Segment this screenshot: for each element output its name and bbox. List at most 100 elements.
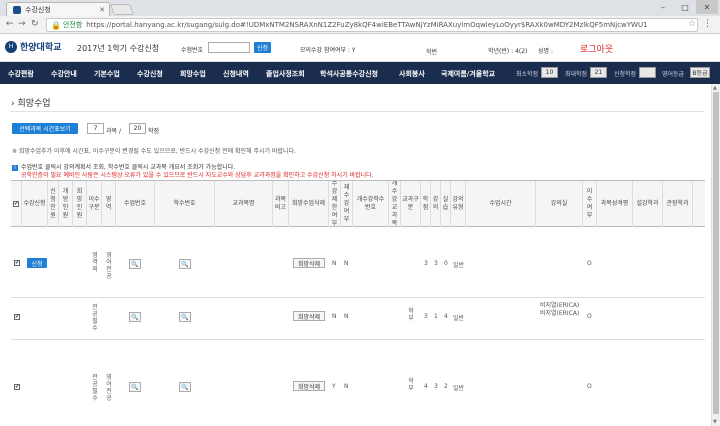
nav-item-register[interactable]: 수강신청	[137, 69, 163, 79]
lab-hours: 4	[444, 313, 448, 320]
course-category: 전공필수	[92, 374, 98, 402]
applied-credit-value	[639, 67, 656, 78]
course-category: 영역외	[92, 252, 98, 273]
student-no-input[interactable]	[208, 42, 250, 53]
url-field[interactable]: 🔒 안전함 https://portal.hanyang.ac.kr/sugan…	[46, 18, 698, 32]
new-tab-button[interactable]	[109, 4, 135, 15]
notice-schedule-change: ※ 희망수업추가 이후에 시간표, 이수구분이 변경될 수도 있으므로, 반드시…	[12, 148, 296, 155]
lecture-type: 일반	[453, 262, 465, 269]
limit-flag: N	[332, 313, 337, 320]
scroll-up-icon[interactable]: ▲	[713, 85, 717, 91]
english-level-value: B등급	[690, 67, 710, 78]
mock-participation: 모의수강 참여여부 : Y	[300, 47, 356, 54]
info-icon: i	[12, 165, 18, 171]
maximize-icon[interactable]: □	[674, 0, 696, 14]
site-header: H 한양대학교 2017년 1학기 수강신청 수험번호 신청 모의수강 참여여부…	[0, 35, 720, 62]
reload-icon[interactable]: ↻	[31, 19, 39, 29]
nav-item-service[interactable]: 사회봉사	[399, 69, 425, 79]
header-col: 실습	[441, 181, 451, 227]
header-col: 이수구분	[87, 181, 102, 227]
logout-link[interactable]: 로그아웃	[580, 42, 613, 55]
bookmark-star-icon[interactable]: ☆	[688, 19, 696, 29]
nav-item-wish[interactable]: 희망수업	[180, 69, 206, 79]
course-area: 영어전공	[106, 252, 112, 280]
course-kind: 학부	[408, 378, 414, 392]
classroom: 비지열(ERICA) 비지열(ERICA)	[540, 302, 580, 317]
select-all-checkbox[interactable]: ✔	[13, 201, 19, 207]
nav-item-intl-school[interactable]: 국제여름/겨울학교	[441, 69, 495, 79]
header-col: 수업번호	[116, 181, 155, 227]
header-select-all[interactable]: ✔	[11, 181, 22, 227]
course-no-search-icon[interactable]: 🔍	[179, 312, 191, 322]
wish-delete-button[interactable]: 희망삭제	[293, 381, 325, 391]
wish-course-table: ✔ 수강신청 신청인원 개방인원 희망인원 이수구분 영역 수업번호 학수번호 …	[11, 180, 705, 426]
min-credit-value: 10	[541, 67, 558, 78]
scrollbar-thumb[interactable]	[713, 92, 719, 414]
retake-flag: N	[344, 260, 349, 267]
address-bar-row: ← → ↻ 🔒 안전함 https://portal.hanyang.ac.kr…	[0, 16, 720, 34]
header-col: 수업시간	[466, 181, 536, 227]
lecture-hours: 3	[434, 260, 438, 267]
grade-label: 학년(반) : 4(2)	[488, 48, 528, 55]
apply-button[interactable]: 신청	[27, 258, 47, 268]
lecture-type: 일반	[453, 385, 465, 392]
table-row: ✔ 전공필수 영어전공 🔍 🔍 희망삭제 Y N 학부 4 3 2 일반 O	[11, 340, 705, 426]
nav-item-basic[interactable]: 기본수업	[94, 69, 120, 79]
header-col: 개수강교과목	[389, 181, 401, 227]
view-timetable-button[interactable]: 선택과목 시간표보기	[12, 123, 78, 134]
credit-unit-label: 학점	[148, 128, 160, 135]
header-col: 관장학과	[663, 181, 693, 227]
nav-item-graduation[interactable]: 졸업사정조회	[266, 69, 305, 79]
lock-icon: 🔒	[51, 20, 61, 30]
minimize-icon[interactable]: –	[652, 0, 674, 14]
completion-flag: O	[587, 383, 592, 390]
forward-icon[interactable]: →	[18, 19, 26, 29]
page-title: › 희망수업	[11, 99, 51, 109]
header-col: 과목비고	[273, 181, 289, 227]
nav-item-common[interactable]: 학석사공통수강신청	[320, 69, 378, 79]
header-col: 과목성격평	[597, 181, 633, 227]
nav-item-guide[interactable]: 수강안내	[51, 69, 77, 79]
header-col: 학점	[421, 181, 431, 227]
confirm-button[interactable]: 신청	[254, 42, 271, 53]
page-scrollbar[interactable]: ▲ ▼	[711, 84, 720, 426]
header-col: 강의실	[536, 181, 583, 227]
header-col: 교과목명	[215, 181, 273, 227]
max-credit-label: 최대학점	[565, 71, 588, 78]
header-col: 설강학과	[633, 181, 663, 227]
row-checkbox[interactable]: ✔	[14, 384, 20, 390]
window-controls: – □ ✕	[652, 0, 718, 14]
browser-tab[interactable]: 수강신청 ✕	[6, 2, 110, 16]
credit-value: 4	[424, 383, 428, 390]
retake-flag: N	[344, 313, 349, 320]
tab-title: 수강신청	[25, 5, 51, 14]
credit-value: 3	[424, 313, 428, 320]
wish-delete-button[interactable]: 희망삭제	[293, 258, 325, 268]
close-window-icon[interactable]: ✕	[696, 0, 718, 14]
header-col: 영역	[102, 181, 116, 227]
header-col: 재수강여부	[341, 181, 353, 227]
menu-dots-icon[interactable]: ⋮	[703, 19, 712, 29]
course-no-search-icon[interactable]: 🔍	[179, 382, 191, 392]
nav-item-handbook[interactable]: 수강편람	[8, 69, 34, 79]
divider	[10, 111, 704, 112]
class-no-search-icon[interactable]: 🔍	[129, 259, 141, 269]
wish-delete-button[interactable]: 희망삭제	[293, 311, 325, 321]
university-logo[interactable]: H 한양대학교	[5, 40, 61, 53]
nav-item-history[interactable]: 신청내역	[223, 69, 249, 79]
header-col: 신청인원	[48, 181, 59, 227]
selected-course-count: 7	[87, 123, 104, 134]
class-no-search-icon[interactable]: 🔍	[129, 382, 141, 392]
back-icon[interactable]: ←	[6, 19, 14, 29]
close-tab-icon[interactable]: ✕	[99, 6, 105, 14]
header-col: 강의유형	[451, 181, 466, 227]
favicon-icon	[13, 5, 21, 14]
row-checkbox[interactable]: ✔	[14, 260, 20, 266]
class-no-search-icon[interactable]: 🔍	[129, 312, 141, 322]
course-no-search-icon[interactable]: 🔍	[179, 259, 191, 269]
name-label: 성명 :	[538, 48, 553, 55]
scroll-down-icon[interactable]: ▼	[713, 419, 717, 425]
credit-total: 20	[129, 123, 146, 134]
english-level-label: 영어등급	[662, 71, 685, 78]
row-checkbox[interactable]: ✔	[14, 314, 20, 320]
